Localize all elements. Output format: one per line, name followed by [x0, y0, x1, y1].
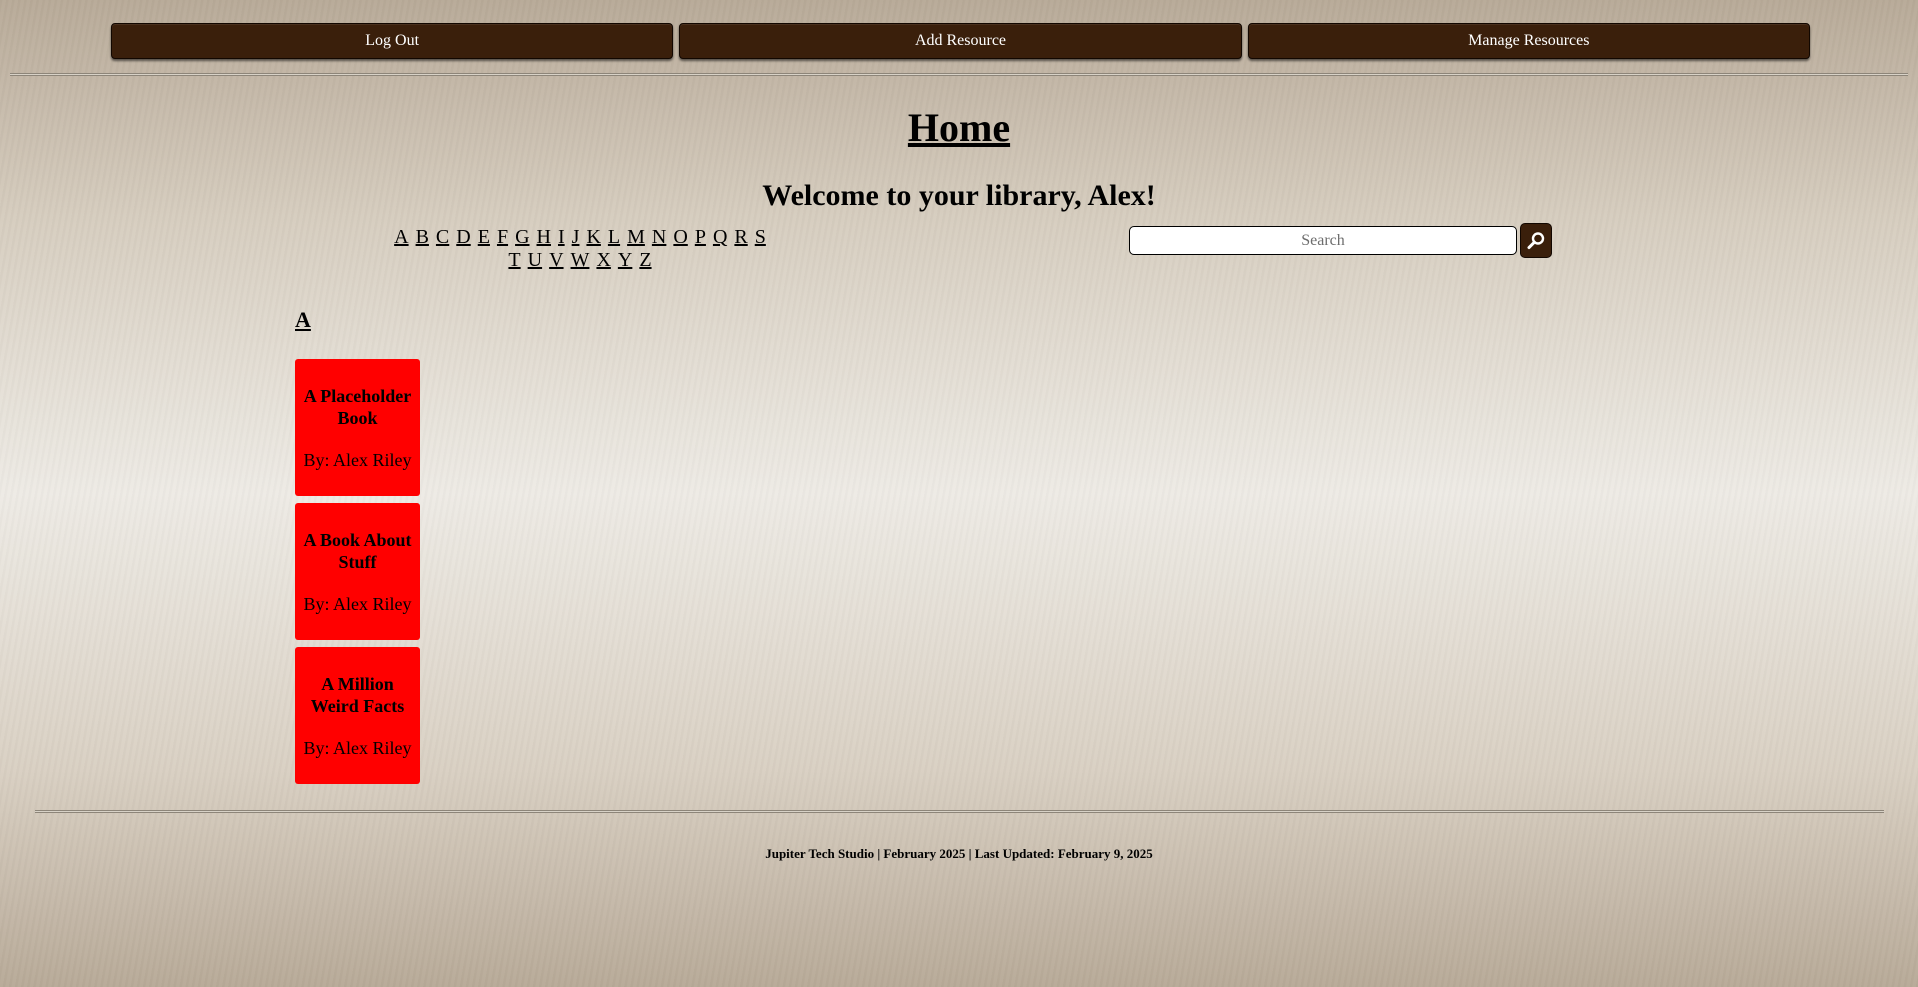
bottom-divider	[35, 810, 1884, 813]
letter-link-a[interactable]: A	[394, 226, 408, 248]
footer-text: Jupiter Tech Studio | February 2025 | La…	[765, 846, 1153, 861]
letter-link-l[interactable]: L	[608, 226, 620, 248]
letter-link-v[interactable]: V	[549, 249, 563, 271]
letter-link-g[interactable]: G	[515, 226, 529, 248]
letter-link-x[interactable]: X	[596, 249, 610, 271]
letter-link-h[interactable]: H	[537, 226, 551, 248]
search-input[interactable]	[1129, 226, 1517, 255]
letter-link-c[interactable]: C	[436, 226, 449, 248]
book-card[interactable]: A Placeholder Book By: Alex Riley	[295, 359, 420, 496]
book-author: By: Alex Riley	[303, 449, 412, 470]
letter-link-q[interactable]: Q	[713, 226, 727, 248]
letter-link-u[interactable]: U	[528, 249, 542, 271]
top-divider	[10, 73, 1908, 76]
letter-link-f[interactable]: F	[497, 226, 508, 248]
alphabet-nav: A B C D E F G H I J K L M N O P Q R S T …	[389, 226, 771, 272]
book-author: By: Alex Riley	[303, 737, 412, 758]
page-title: Home	[907, 105, 1011, 150]
manage-resources-button[interactable]: Manage Resources	[1247, 23, 1810, 59]
letter-link-z[interactable]: Z	[639, 249, 651, 271]
add-resource-button[interactable]: Add Resource	[679, 23, 1242, 59]
letter-link-d[interactable]: D	[456, 226, 470, 248]
letter-link-y[interactable]: Y	[618, 249, 632, 271]
section-letter-heading[interactable]: A	[295, 307, 311, 333]
book-card[interactable]: A Million Weird Facts By: Alex Riley	[295, 647, 420, 784]
letter-link-p[interactable]: P	[695, 226, 706, 248]
search-bar	[1129, 223, 1552, 258]
letter-link-r[interactable]: R	[734, 226, 747, 248]
letter-link-k[interactable]: K	[586, 226, 600, 248]
letter-link-w[interactable]: W	[571, 249, 590, 271]
letter-link-e[interactable]: E	[478, 226, 490, 248]
letter-link-n[interactable]: N	[652, 226, 666, 248]
welcome-heading: Welcome to your library, Alex!	[762, 179, 1156, 212]
top-nav: Log Out Add Resource Manage Resources	[111, 23, 1810, 59]
search-button[interactable]	[1520, 223, 1552, 258]
logout-button[interactable]: Log Out	[111, 23, 674, 59]
magnifier-icon	[1527, 231, 1545, 249]
book-title: A Book About Stuff	[303, 529, 412, 572]
book-title: A Placeholder Book	[303, 385, 412, 428]
letter-link-o[interactable]: O	[673, 226, 687, 248]
book-title: A Million Weird Facts	[310, 673, 405, 716]
letter-link-i[interactable]: I	[558, 226, 565, 248]
letter-link-s[interactable]: S	[755, 226, 766, 248]
book-card[interactable]: A Book About Stuff By: Alex Riley	[295, 503, 420, 640]
letter-link-m[interactable]: M	[627, 226, 645, 248]
book-author: By: Alex Riley	[303, 593, 412, 614]
book-list: A Placeholder Book By: Alex Riley A Book…	[295, 359, 420, 791]
letter-link-t[interactable]: T	[508, 249, 520, 271]
letter-link-b[interactable]: B	[416, 226, 429, 248]
letter-link-j[interactable]: J	[572, 226, 580, 248]
